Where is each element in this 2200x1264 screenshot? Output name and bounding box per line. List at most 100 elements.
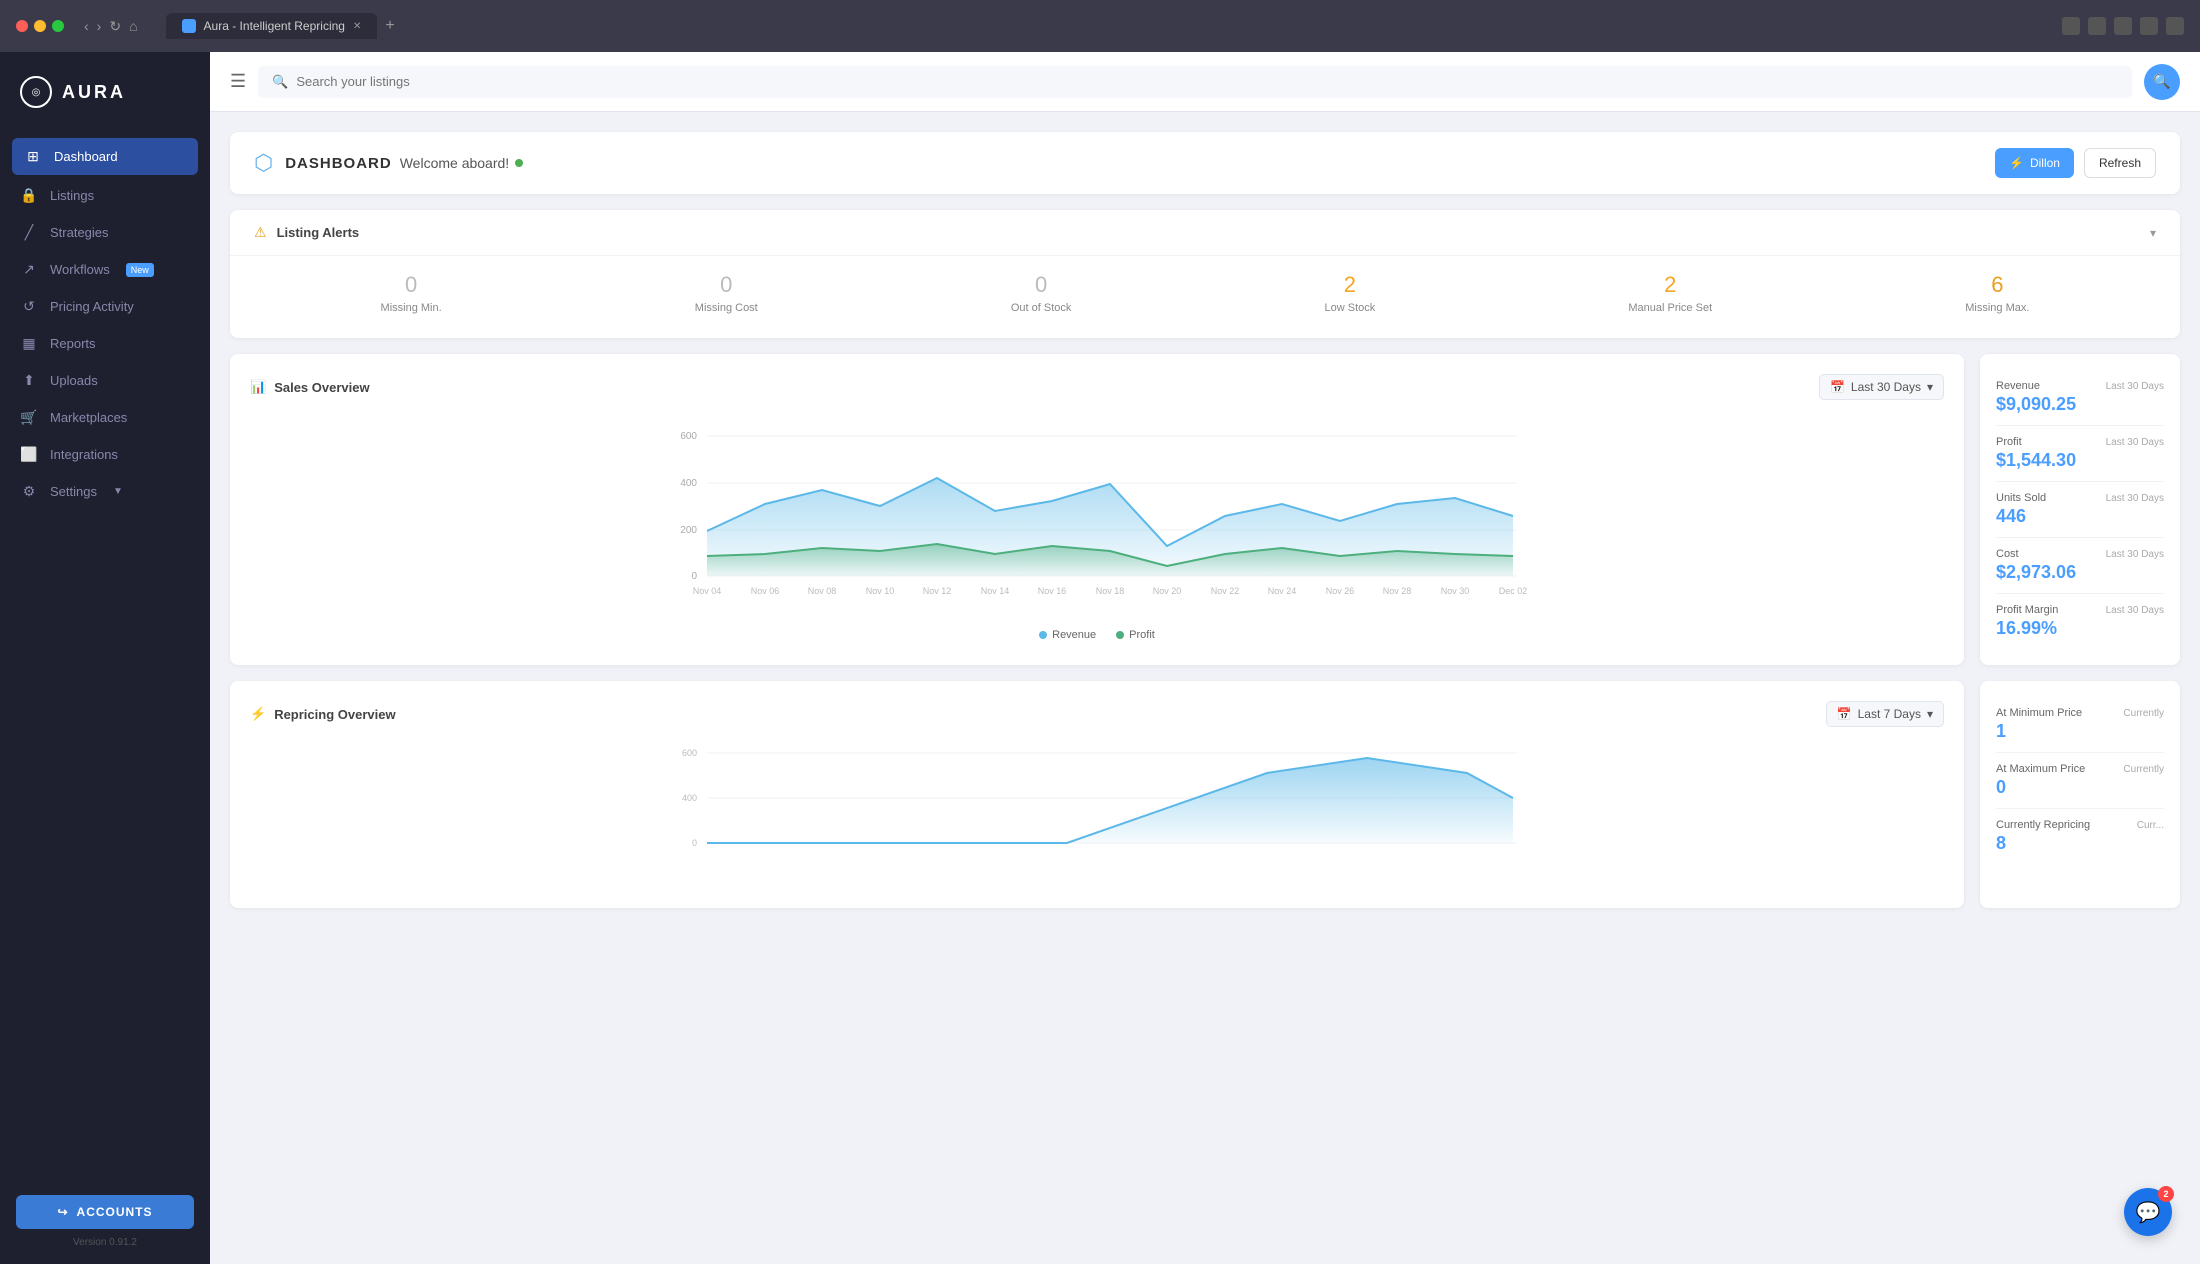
repricing-calendar-icon: 📅 (1837, 707, 1852, 721)
alert-low-stock[interactable]: 2 Low Stock (1325, 272, 1376, 314)
repricing-chart-svg: 600 400 0 (250, 743, 1944, 883)
home-button[interactable]: ⌂ (129, 18, 137, 34)
reports-icon: ▦ (20, 335, 38, 352)
sidebar-item-marketplaces[interactable]: 🛒 Marketplaces (0, 399, 210, 436)
integrations-icon: ⬜ (20, 446, 38, 463)
stat-at-min: At Minimum Price Currently 1 (1996, 697, 2164, 753)
close-button[interactable] (16, 20, 28, 32)
alerts-header[interactable]: ⚠ Listing Alerts ▾ (230, 210, 2180, 255)
stat-cost: Cost Last 30 Days $2,973.06 (1996, 538, 2164, 594)
alert-missing-max[interactable]: 6 Missing Max. (1965, 272, 2029, 314)
svg-text:600: 600 (682, 748, 697, 758)
stat-max-label: At Maximum Price (1996, 763, 2085, 775)
alert-missing-min[interactable]: 0 Missing Min. (381, 272, 442, 314)
stat-profit: Profit Last 30 Days $1,544.30 (1996, 426, 2164, 482)
sidebar-item-pricing-activity[interactable]: ↺ Pricing Activity (0, 288, 210, 325)
refresh-button[interactable]: Refresh (2084, 148, 2156, 178)
svg-text:600: 600 (680, 431, 697, 442)
revenue-legend-label: Revenue (1052, 629, 1096, 641)
alerts-title: Listing Alerts (277, 225, 360, 240)
svg-text:0: 0 (692, 838, 697, 848)
sidebar-item-label-settings: Settings (50, 484, 97, 499)
stat-currently-repricing: Currently Repricing Curr... 8 (1996, 809, 2164, 864)
alert-out-of-stock-value: 0 (1011, 272, 1072, 298)
sales-chart-title: Sales Overview (274, 380, 369, 395)
extension-icon-3 (2114, 17, 2132, 35)
logo-icon: ◎ (20, 76, 52, 108)
search-input[interactable] (296, 74, 2118, 89)
extension-icon-2 (2088, 17, 2106, 35)
search-circle-button[interactable]: 🔍 (2144, 64, 2180, 100)
repricing-stats-card: At Minimum Price Currently 1 At Maximum … (1980, 681, 2180, 908)
maximize-button[interactable] (52, 20, 64, 32)
sales-chart-header: 📊 Sales Overview 📅 Last 30 Days ▾ (250, 374, 1944, 400)
hamburger-icon[interactable]: ☰ (230, 71, 246, 92)
sidebar-item-workflows[interactable]: ↗ Workflows New (0, 251, 210, 288)
sidebar-item-settings[interactable]: ⚙ Settings ▼ (0, 473, 210, 510)
sidebar-item-integrations[interactable]: ⬜ Integrations (0, 436, 210, 473)
sidebar-item-dashboard[interactable]: ⊞ Dashboard (12, 138, 198, 175)
alert-missing-min-value: 0 (381, 272, 442, 298)
alert-low-stock-value: 2 (1325, 272, 1376, 298)
listings-icon: 🔒 (20, 187, 38, 204)
repricing-overview-card: ⚡ Repricing Overview 📅 Last 7 Days ▾ (230, 681, 1964, 908)
stat-profit-period: Last 30 Days (2106, 437, 2164, 448)
dashboard-subtitle: Welcome aboard! (400, 155, 509, 171)
sales-overview-row: 📊 Sales Overview 📅 Last 30 Days ▾ (230, 354, 2180, 665)
stat-repricing-period: Curr... (2137, 820, 2164, 831)
alert-missing-cost-value: 0 (695, 272, 758, 298)
stat-margin-header: Profit Margin Last 30 Days (1996, 604, 2164, 616)
stat-profit-value: $1,544.30 (1996, 450, 2164, 471)
stat-profit-margin: Profit Margin Last 30 Days 16.99% (1996, 594, 2164, 649)
tab-close-icon[interactable]: ✕ (353, 21, 361, 32)
stat-cost-header: Cost Last 30 Days (1996, 548, 2164, 560)
sales-filter-button[interactable]: 📅 Last 30 Days ▾ (1819, 374, 1944, 400)
sales-stats-card: Revenue Last 30 Days $9,090.25 Profit La… (1980, 354, 2180, 665)
forward-button[interactable]: › (97, 18, 102, 34)
alert-missing-cost[interactable]: 0 Missing Cost (695, 272, 758, 314)
alerts-chevron-icon: ▾ (2150, 226, 2156, 240)
sidebar-item-reports[interactable]: ▦ Reports (0, 325, 210, 362)
chat-bubble-button[interactable]: 💬 2 (2124, 1188, 2172, 1236)
sidebar-item-strategies[interactable]: ╱ Strategies (0, 214, 210, 251)
sidebar-item-label-marketplaces: Marketplaces (50, 410, 127, 425)
svg-text:200: 200 (680, 525, 697, 536)
extension-icon-4 (2140, 17, 2158, 35)
stat-repricing-header: Currently Repricing Curr... (1996, 819, 2164, 831)
repricing-filter-label: Last 7 Days (1858, 707, 1921, 721)
sidebar-item-uploads[interactable]: ⬆ Uploads (0, 362, 210, 399)
workflows-icon: ↗ (20, 261, 38, 278)
filter-chevron-icon: ▾ (1927, 380, 1933, 394)
alert-out-of-stock[interactable]: 0 Out of Stock (1011, 272, 1072, 314)
repricing-chart-title: Repricing Overview (274, 707, 395, 722)
dillon-icon: ⚡ (2009, 156, 2024, 170)
back-button[interactable]: ‹ (84, 18, 89, 34)
logo-area: ◎ AURA (0, 52, 210, 128)
repricing-filter-button[interactable]: 📅 Last 7 Days ▾ (1826, 701, 1944, 727)
svg-text:400: 400 (682, 793, 697, 803)
minimize-button[interactable] (34, 20, 46, 32)
version-text: Version 0.91.2 (16, 1237, 194, 1248)
repricing-icon: ⚡ (250, 706, 266, 722)
active-tab[interactable]: Aura - Intelligent Repricing ✕ (166, 13, 378, 39)
browser-chrome: ‹ › ↻ ⌂ Aura - Intelligent Repricing ✕ + (0, 0, 2200, 52)
extension-icon-5 (2166, 17, 2184, 35)
online-indicator (515, 159, 523, 167)
stat-at-max: At Maximum Price Currently 0 (1996, 753, 2164, 809)
stat-margin-period: Last 30 Days (2106, 605, 2164, 616)
accounts-label: ACCOUNTS (77, 1205, 153, 1219)
dillon-button[interactable]: ⚡ Dillon (1995, 148, 2074, 178)
listing-alerts-section: ⚠ Listing Alerts ▾ 0 Missing Min. 0 Miss… (230, 210, 2180, 338)
stat-revenue: Revenue Last 30 Days $9,090.25 (1996, 370, 2164, 426)
alert-manual-price-label: Manual Price Set (1628, 302, 1712, 314)
legend-revenue: Revenue (1039, 629, 1096, 641)
alert-manual-price[interactable]: 2 Manual Price Set (1628, 272, 1712, 314)
sales-chart-area: 600 400 200 0 (250, 416, 1944, 641)
refresh-button[interactable]: ↻ (109, 18, 121, 35)
stat-revenue-label: Revenue (1996, 380, 2040, 392)
new-tab-button[interactable]: + (385, 17, 394, 35)
pricing-activity-icon: ↺ (20, 298, 38, 315)
accounts-button[interactable]: ↪ ACCOUNTS (16, 1195, 194, 1229)
dashboard-header: ⬡ DASHBOARD Welcome aboard! ⚡ Dillon Ref… (230, 132, 2180, 194)
sidebar-item-listings[interactable]: 🔒 Listings (0, 177, 210, 214)
